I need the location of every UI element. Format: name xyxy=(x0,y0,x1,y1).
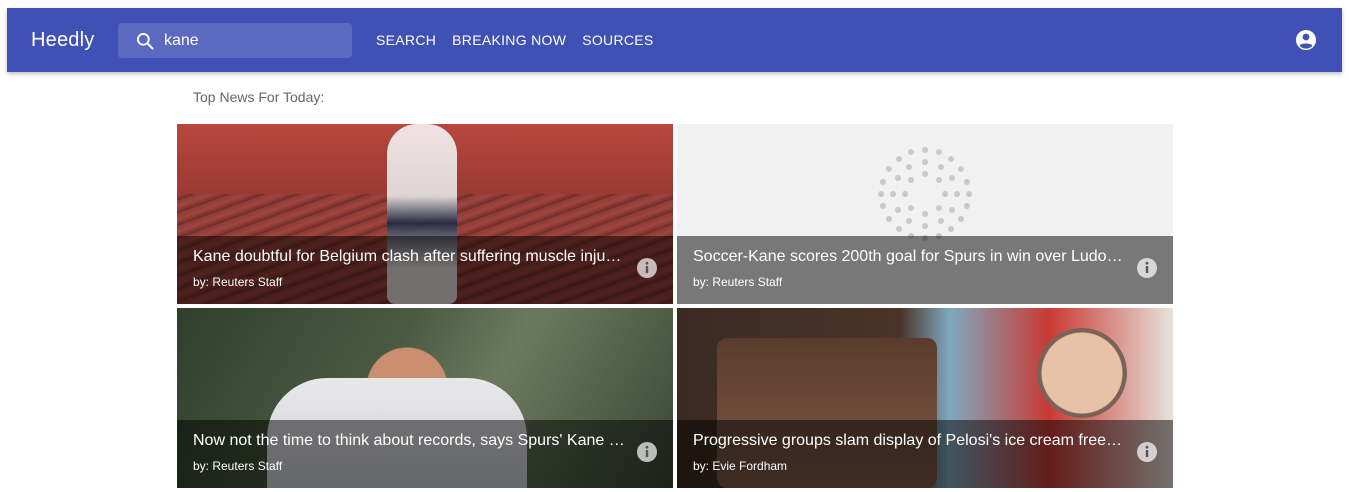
news-author: by: Reuters Staff xyxy=(693,275,783,289)
search-icon xyxy=(135,31,155,51)
news-title: Kane doubtful for Belgium clash after su… xyxy=(193,248,622,265)
news-tile[interactable]: Progressive groups slam display of Pelos… xyxy=(677,308,1173,488)
tile-caption-bar: Kane doubtful for Belgium clash after su… xyxy=(177,236,673,304)
news-author: by: Reuters Staff xyxy=(193,275,283,289)
news-title: Soccer-Kane scores 200th goal for Spurs … xyxy=(693,248,1123,265)
nav-breaking-now[interactable]: BREAKING NOW xyxy=(452,32,566,48)
app-bar: Heedly SEARCH BREAKING NOW SOURCES xyxy=(7,8,1342,72)
news-title: Now not the time to think about records,… xyxy=(193,432,625,449)
nav-links: SEARCH BREAKING NOW SOURCES xyxy=(376,8,670,72)
news-title: Progressive groups slam display of Pelos… xyxy=(693,432,1122,449)
reuters-logo xyxy=(878,147,972,241)
nav-search[interactable]: SEARCH xyxy=(376,32,436,48)
search-box[interactable] xyxy=(118,23,352,58)
brand-title[interactable]: Heedly xyxy=(31,29,118,52)
tile-caption-bar: Progressive groups slam display of Pelos… xyxy=(677,420,1173,488)
info-icon[interactable] xyxy=(635,256,659,280)
tile-caption-bar: Soccer-Kane scores 200th goal for Spurs … xyxy=(677,236,1173,304)
news-grid: Kane doubtful for Belgium clash after su… xyxy=(177,124,1173,488)
section-title: Top News For Today: xyxy=(193,89,325,105)
search-input[interactable] xyxy=(164,31,344,50)
info-icon[interactable] xyxy=(1135,256,1159,280)
news-author: by: Reuters Staff xyxy=(193,459,283,473)
tile-caption-bar: Now not the time to think about records,… xyxy=(177,420,673,488)
info-icon[interactable] xyxy=(1135,440,1159,464)
info-icon[interactable] xyxy=(635,440,659,464)
news-tile[interactable]: Now not the time to think about records,… xyxy=(177,308,673,488)
news-tile[interactable]: Soccer-Kane scores 200th goal for Spurs … xyxy=(677,124,1173,304)
account-circle-icon[interactable] xyxy=(1294,28,1318,52)
news-author: by: Evie Fordham xyxy=(693,459,788,473)
news-tile[interactable]: Kane doubtful for Belgium clash after su… xyxy=(177,124,673,304)
nav-sources[interactable]: SOURCES xyxy=(582,32,653,48)
